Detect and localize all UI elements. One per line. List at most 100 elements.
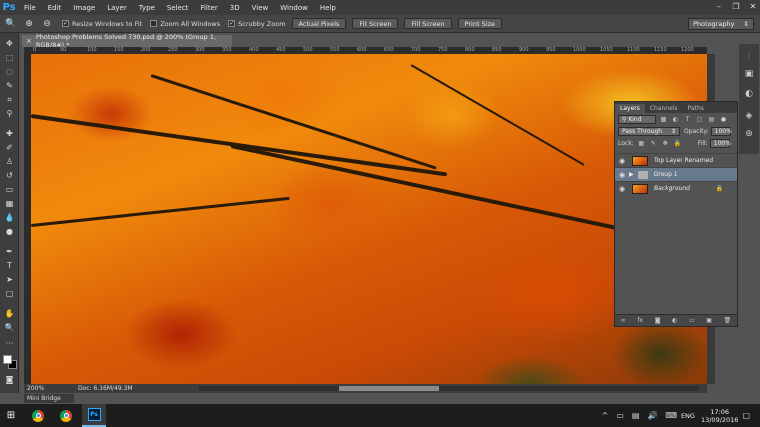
eraser-tool-icon[interactable]: ▭ <box>2 183 17 196</box>
filter-adjustment-icon[interactable]: ◐ <box>671 115 680 124</box>
eyedropper-tool-icon[interactable]: ⚲ <box>2 107 17 120</box>
menu-3d[interactable]: 3D <box>224 4 246 12</box>
document-canvas[interactable] <box>31 54 707 384</box>
delete-layer-icon[interactable]: 🗑 <box>724 317 732 324</box>
zoom-tool-icon[interactable]: 🔍 <box>4 17 18 31</box>
actual-pixels-button[interactable]: Actual Pixels <box>291 18 347 29</box>
fill-input[interactable]: 100% <box>709 138 731 148</box>
tab-paths[interactable]: Paths <box>683 104 709 113</box>
action-center-icon[interactable]: ▢ <box>742 411 750 420</box>
histogram-icon[interactable]: ⫶ <box>743 50 755 62</box>
lock-transparent-icon[interactable]: ▦ <box>637 139 646 148</box>
new-layer-icon[interactable]: ▣ <box>706 317 712 324</box>
lasso-tool-icon[interactable]: ◌ <box>2 65 17 78</box>
quick-select-tool-icon[interactable]: ✎ <box>2 79 17 92</box>
pen-tool-icon[interactable]: ✒ <box>2 245 17 258</box>
taskbar-chrome-1[interactable] <box>26 404 50 427</box>
tab-channels[interactable]: Channels <box>645 104 683 113</box>
menu-view[interactable]: View <box>246 4 275 12</box>
mini-bridge-tab[interactable]: Mini Bridge <box>24 394 74 403</box>
vertical-ruler[interactable] <box>24 54 31 384</box>
doc-size[interactable]: Doc: 6.16M/49.3M <box>48 385 138 392</box>
hand-tool-icon[interactable]: ✋ <box>2 307 17 320</box>
layer-row[interactable]: ◉ Top Layer Renamed <box>615 153 737 167</box>
menu-help[interactable]: Help <box>314 4 342 12</box>
workspace-select[interactable]: Photography ⇕ <box>688 18 754 30</box>
filter-type-icon[interactable]: T <box>683 115 692 124</box>
zoom-out-icon[interactable]: ⊖ <box>40 17 54 31</box>
add-mask-icon[interactable]: ◙ <box>655 317 661 324</box>
path-select-tool-icon[interactable]: ➤ <box>2 273 17 286</box>
scrollbar-thumb[interactable] <box>339 386 439 391</box>
menu-select[interactable]: Select <box>161 4 195 12</box>
menu-type[interactable]: Type <box>133 4 161 12</box>
channels-icon[interactable]: ⊛ <box>743 128 755 140</box>
blur-tool-icon[interactable]: 💧 <box>2 211 17 224</box>
close-button[interactable]: ✕ <box>746 0 760 12</box>
notification-icon[interactable]: ▭ <box>616 411 624 420</box>
menu-edit[interactable]: Edit <box>42 4 68 12</box>
restore-button[interactable]: ❐ <box>729 0 743 12</box>
fit-screen-button[interactable]: Fit Screen <box>352 18 399 29</box>
visibility-eye-icon[interactable]: ◉ <box>615 171 629 179</box>
layer-row-selected[interactable]: ◉ ▶ Group 1 <box>615 167 737 181</box>
gradient-tool-icon[interactable]: ▦ <box>2 197 17 210</box>
horizontal-ruler[interactable]: 0 50 100 150 200 250 300 350 400 450 500 550 600 650 7… <box>31 47 707 54</box>
resize-windows-checkbox[interactable]: ✓ Resize Windows to Fit <box>62 20 142 28</box>
new-adjustment-icon[interactable]: ◐ <box>672 317 677 324</box>
crop-tool-icon[interactable]: ⌗ <box>2 93 17 106</box>
menu-image[interactable]: Image <box>67 4 101 12</box>
tab-layers[interactable]: Layers <box>615 104 645 113</box>
zoom-in-icon[interactable]: ⊕ <box>22 17 36 31</box>
close-tab-icon[interactable]: × <box>26 37 32 45</box>
language-indicator[interactable]: ENG <box>681 412 695 420</box>
navigator-icon[interactable]: ▣ <box>743 68 755 80</box>
clock[interactable]: 17:06 13/09/2016 <box>701 408 738 424</box>
menu-file[interactable]: File <box>18 4 42 12</box>
print-size-button[interactable]: Print Size <box>457 18 502 29</box>
filter-pixel-icon[interactable]: ▩ <box>659 115 668 124</box>
taskbar-photoshop[interactable]: Ps <box>82 404 106 427</box>
new-group-icon[interactable]: ▭ <box>689 317 695 324</box>
move-tool-icon[interactable]: ✥ <box>2 37 17 50</box>
document-tab[interactable]: × Photoshop Problems Solved 730.psd @ 20… <box>22 33 232 49</box>
filter-toggle-icon[interactable]: ● <box>719 115 728 124</box>
healing-brush-tool-icon[interactable]: ✚ <box>2 127 17 140</box>
visibility-eye-icon[interactable]: ◉ <box>615 185 629 193</box>
quick-mask-icon[interactable]: ◙ <box>2 373 17 386</box>
adjustments-icon[interactable]: ◐ <box>743 88 755 100</box>
blend-mode-select[interactable]: Pass Through ⇕ <box>618 126 680 136</box>
opacity-input[interactable]: 100% <box>710 126 732 136</box>
history-brush-tool-icon[interactable]: ↺ <box>2 169 17 182</box>
network-icon[interactable]: ▤ <box>632 411 640 420</box>
visibility-eye-icon[interactable]: ◉ <box>615 157 629 165</box>
type-tool-icon[interactable]: T <box>2 259 17 272</box>
fill-screen-button[interactable]: Fill Screen <box>404 18 452 29</box>
layer-style-icon[interactable]: fx <box>637 317 643 324</box>
menu-layer[interactable]: Layer <box>101 4 133 12</box>
lock-image-icon[interactable]: ✎ <box>649 139 658 148</box>
scrubby-zoom-checkbox[interactable]: ✓ Scrubby Zoom <box>228 20 286 28</box>
taskbar-chrome-2[interactable] <box>54 404 78 427</box>
layers-icon[interactable]: ◈ <box>743 110 755 122</box>
foreground-color-swatch[interactable] <box>3 355 12 364</box>
zoom-tool-side-icon[interactable]: 🔍 <box>2 321 17 334</box>
ruler-origin[interactable] <box>24 47 31 54</box>
show-hidden-icons-icon[interactable]: ^ <box>602 411 609 420</box>
brush-tool-icon[interactable]: ✐ <box>2 141 17 154</box>
expand-arrow-icon[interactable]: ▶ <box>629 171 634 178</box>
filter-smart-object-icon[interactable]: ▤ <box>707 115 716 124</box>
volume-icon[interactable]: 🔊 <box>647 411 657 420</box>
horizontal-scrollbar[interactable] <box>199 386 699 391</box>
filter-kind-select[interactable]: ⚲ Kind <box>618 114 656 124</box>
filter-shape-icon[interactable]: ▢ <box>695 115 704 124</box>
lock-all-icon[interactable]: 🔒 <box>673 139 682 148</box>
lock-position-icon[interactable]: ✥ <box>661 139 670 148</box>
dodge-tool-icon[interactable]: ● <box>2 225 17 238</box>
marquee-tool-icon[interactable]: ⬚ <box>2 51 17 64</box>
menu-filter[interactable]: Filter <box>194 4 223 12</box>
layer-row[interactable]: ◉ Background 🔒 <box>615 181 737 195</box>
link-layers-icon[interactable]: ∞ <box>621 317 626 324</box>
windows-start-icon[interactable]: ⊞ <box>0 404 22 427</box>
shape-tool-icon[interactable]: ▢ <box>2 287 17 300</box>
